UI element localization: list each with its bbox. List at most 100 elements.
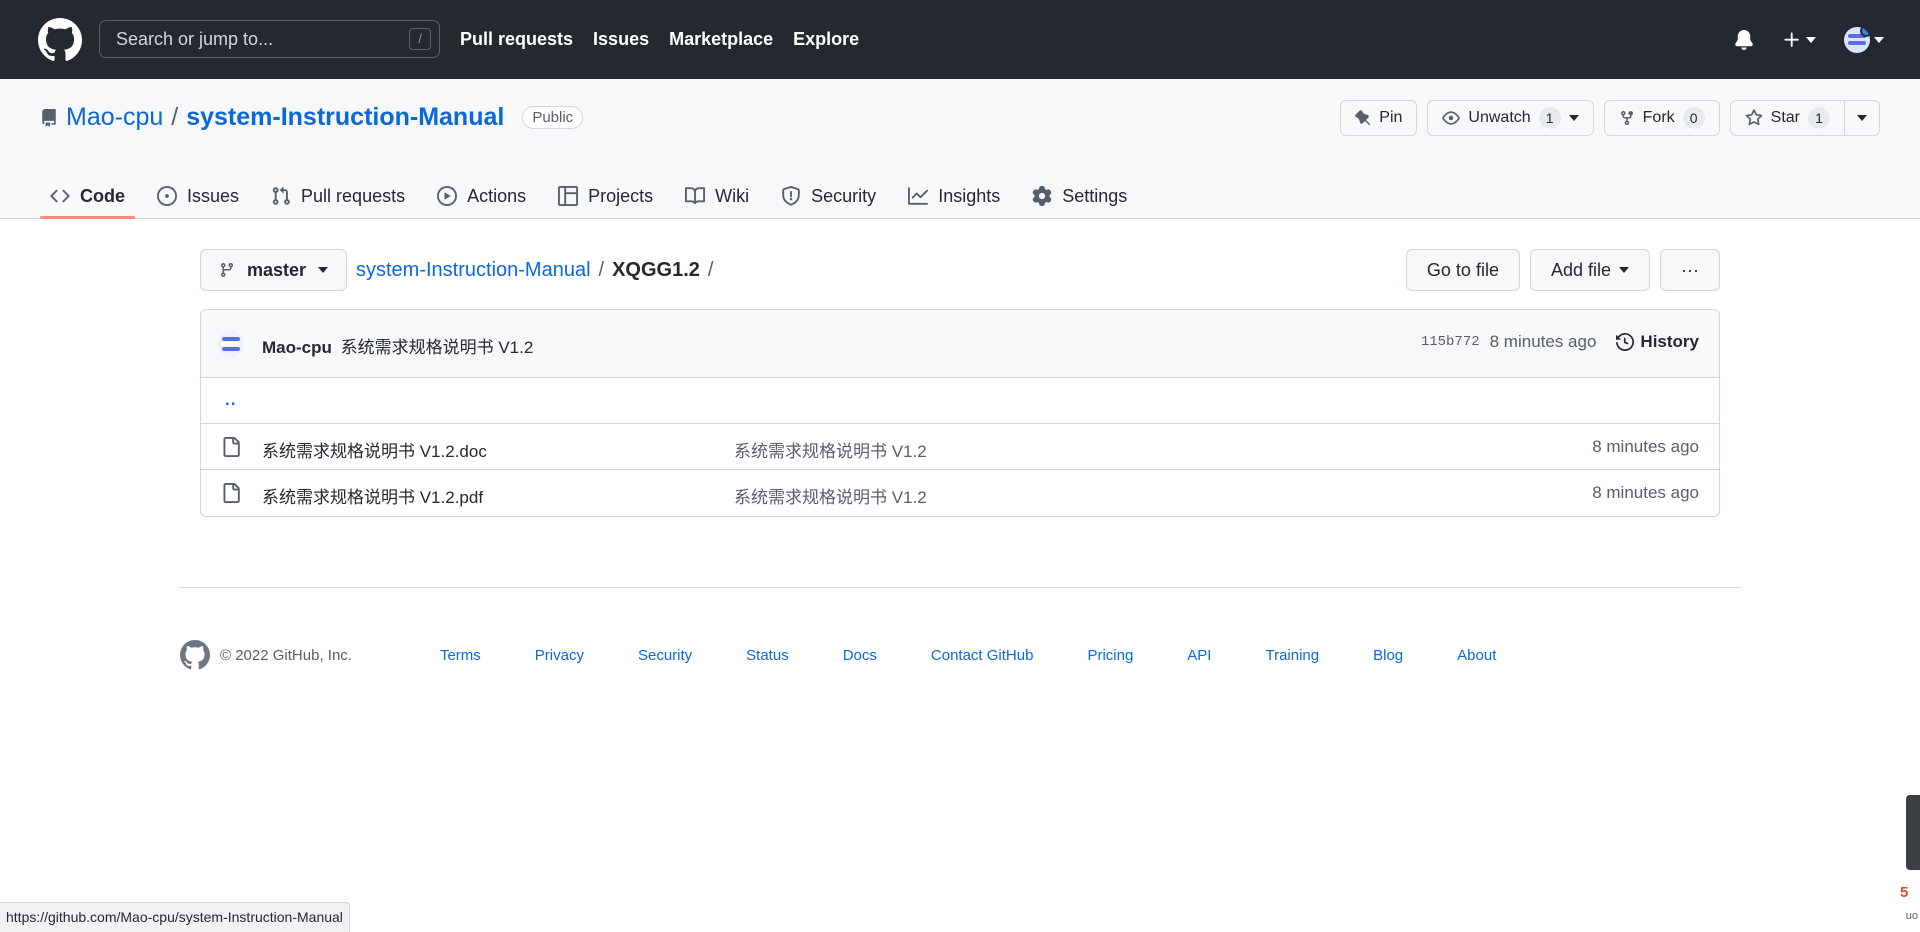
tab-code[interactable]: Code (40, 173, 135, 219)
code-icon (50, 189, 70, 203)
notifications-bell-icon[interactable] (1734, 29, 1754, 50)
tab-wiki[interactable]: Wiki (675, 173, 759, 219)
fork-icon (1620, 111, 1633, 126)
star-button[interactable]: Star 1 (1729, 100, 1845, 136)
side-widget-label: uo (1905, 910, 1918, 922)
github-logo-icon[interactable] (180, 640, 210, 670)
parent-directory-link[interactable]: .. (225, 390, 236, 410)
repo-title: Mao-cpu / system-Instruction-Manual Publ… (40, 103, 584, 132)
file-name-link[interactable]: 系统需求规格说明书 V1.2.pdf (262, 483, 483, 508)
nav-marketplace[interactable]: Marketplace (669, 29, 773, 50)
html5-icon[interactable]: 5 (1900, 884, 1916, 902)
side-widget-handle[interactable] (1906, 795, 1920, 870)
chevron-down-icon (1806, 36, 1816, 43)
book-icon (685, 187, 706, 205)
github-logo-icon[interactable] (38, 18, 82, 62)
table-icon (558, 186, 579, 206)
plus-icon (1784, 32, 1799, 47)
history-icon (1616, 333, 1635, 351)
branch-selector[interactable]: master (200, 249, 348, 291)
star-list-dropdown[interactable] (1845, 100, 1880, 136)
user-menu[interactable] (1844, 26, 1884, 53)
footer-link-docs[interactable]: Docs (843, 647, 877, 664)
footer-link-blog[interactable]: Blog (1373, 647, 1403, 664)
commit-author-link[interactable]: Mao-cpu (262, 338, 332, 357)
visibility-badge: Public (522, 106, 584, 129)
tab-pull-requests[interactable]: Pull requests (261, 173, 415, 219)
play-icon (437, 186, 458, 206)
table-row[interactable]: 系统需求规格说明书 V1.2.doc 系统需求规格说明书 V1.2 8 minu… (201, 424, 1719, 470)
fork-count: 0 (1682, 107, 1705, 129)
add-file-button[interactable]: Add file (1529, 249, 1651, 291)
tab-code-label: Code (80, 185, 125, 206)
add-file-label: Add file (1550, 259, 1612, 280)
tab-security[interactable]: Security (771, 173, 886, 219)
chevron-down-icon (1874, 36, 1884, 43)
nav-pull-requests[interactable]: Pull requests (460, 29, 573, 50)
repo-tabs: Code Issues Pull requests Actions Projec… (40, 173, 1149, 219)
pin-icon (1355, 110, 1371, 126)
more-options-button[interactable]: ··· (1660, 249, 1720, 291)
footer-divider (180, 587, 1740, 588)
footer-link-security[interactable]: Security (638, 647, 692, 664)
issue-opened-icon (157, 186, 177, 206)
file-age: 8 minutes ago (1592, 437, 1699, 456)
repo-header: Mao-cpu / system-Instruction-Manual Publ… (0, 79, 1920, 219)
tab-security-label: Security (811, 185, 877, 206)
unwatch-button[interactable]: Unwatch 1 (1427, 100, 1594, 136)
fork-button[interactable]: Fork 0 (1603, 100, 1720, 136)
file-commit-link[interactable]: 系统需求规格说明书 V1.2 (734, 483, 927, 508)
footer-link-pricing[interactable]: Pricing (1087, 647, 1133, 664)
unwatch-label: Unwatch (1468, 109, 1531, 126)
tab-projects[interactable]: Projects (548, 173, 663, 219)
breadcrumb-separator: / (598, 258, 605, 281)
search-shortcut-key: / (409, 28, 431, 50)
file-icon (223, 437, 240, 457)
graph-icon (908, 187, 929, 205)
footer-link-privacy[interactable]: Privacy (535, 647, 584, 664)
file-name-link[interactable]: 系统需求规格说明书 V1.2.doc (262, 437, 487, 462)
repo-actions: Pin Unwatch 1 Fork 0 Star 1 (1340, 100, 1880, 136)
footer-link-training[interactable]: Training (1265, 647, 1319, 664)
pin-button[interactable]: Pin (1340, 100, 1418, 136)
repo-name-link[interactable]: system-Instruction-Manual (186, 103, 504, 132)
nav-issues[interactable]: Issues (593, 29, 649, 50)
search-input[interactable]: Search or jump to... / (99, 20, 440, 58)
tab-settings[interactable]: Settings (1022, 173, 1137, 219)
tab-actions[interactable]: Actions (427, 173, 536, 219)
breadcrumb-repo-link[interactable]: system-Instruction-Manual (356, 259, 591, 282)
footer-link-api[interactable]: API (1187, 647, 1211, 664)
eye-icon (1442, 111, 1461, 125)
footer-link-status[interactable]: Status (746, 647, 789, 664)
nav-explore[interactable]: Explore (793, 29, 859, 50)
pin-label: Pin (1379, 109, 1403, 126)
repo-owner-link[interactable]: Mao-cpu (66, 103, 163, 132)
commit-sha-link[interactable]: 115b772 (1421, 334, 1480, 350)
chevron-down-icon (1857, 115, 1867, 121)
history-link[interactable]: History (1616, 332, 1699, 352)
fork-label: Fork (1642, 109, 1675, 126)
watch-count: 1 (1538, 107, 1561, 129)
parent-directory-row[interactable]: .. (201, 378, 1719, 424)
tab-issues[interactable]: Issues (147, 173, 249, 219)
chevron-down-icon (318, 267, 329, 273)
footer-link-terms[interactable]: Terms (440, 647, 481, 664)
footer-link-about[interactable]: About (1457, 647, 1496, 664)
commit-author-avatar[interactable] (218, 331, 244, 357)
create-new-menu[interactable] (1782, 30, 1816, 50)
star-label: Star (1770, 109, 1800, 126)
footer-link-contact[interactable]: Contact GitHub (931, 647, 1034, 664)
tab-wiki-label: Wiki (715, 185, 750, 206)
shield-icon (782, 186, 800, 206)
tab-settings-label: Settings (1062, 185, 1128, 206)
table-row[interactable]: 系统需求规格说明书 V1.2.pdf 系统需求规格说明书 V1.2 8 minu… (201, 470, 1719, 516)
commit-message-link[interactable]: 系统需求规格说明书 V1.2 (341, 338, 534, 357)
file-commit-link[interactable]: 系统需求规格说明书 V1.2 (734, 437, 927, 462)
breadcrumb: system-Instruction-Manual / XQGG1.2 / (356, 249, 713, 291)
history-label: History (1640, 332, 1699, 351)
go-to-file-button[interactable]: Go to file (1405, 249, 1520, 291)
repo-icon (42, 108, 56, 127)
chevron-down-icon (1619, 267, 1630, 273)
site-footer: © 2022 GitHub, Inc. Terms Privacy Securi… (180, 640, 1740, 670)
tab-insights[interactable]: Insights (898, 173, 1010, 219)
